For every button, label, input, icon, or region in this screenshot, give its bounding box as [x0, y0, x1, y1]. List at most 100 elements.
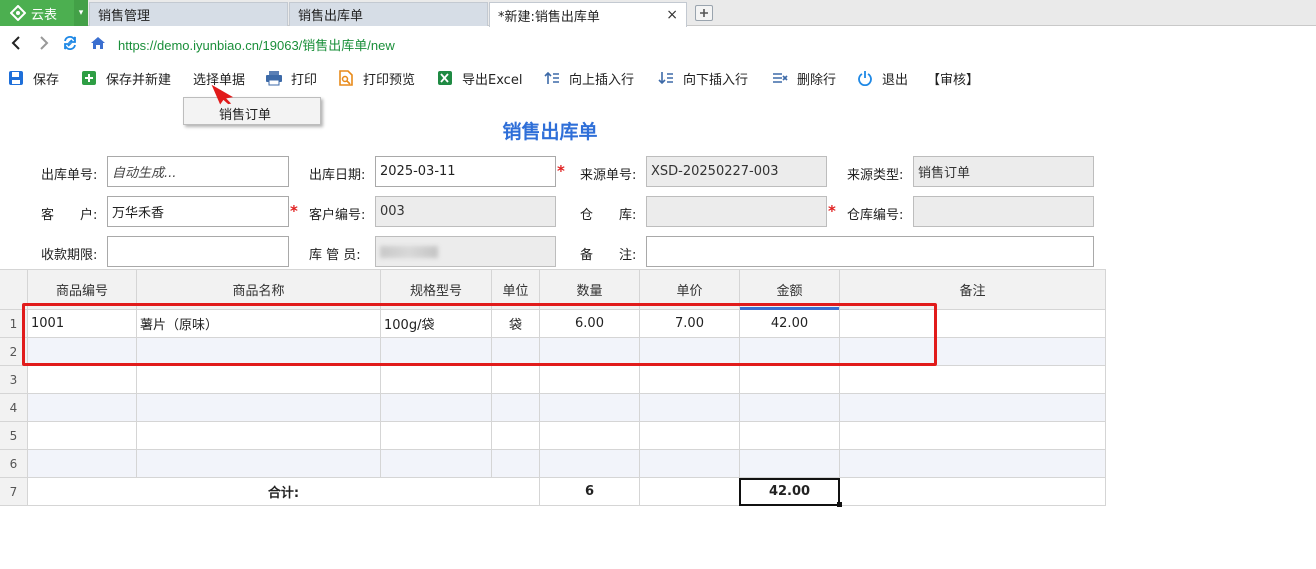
insert-below-icon [657, 69, 675, 87]
grid-cell[interactable] [492, 366, 540, 394]
grid-cell[interactable] [740, 422, 840, 450]
exit-button[interactable]: 退出 [856, 68, 908, 88]
power-icon [856, 69, 874, 87]
grid-cell[interactable] [492, 422, 540, 450]
grid-cell[interactable] [840, 366, 1106, 394]
print-button[interactable]: 打印 [265, 68, 317, 88]
doc-no-label: 出库单号: [41, 168, 98, 183]
tab-sales-outbound[interactable]: 销售出库单 [289, 2, 488, 26]
grid-cell[interactable] [28, 394, 137, 422]
save-button[interactable]: 保存 [7, 68, 59, 88]
tab-sales-management[interactable]: 销售管理 [89, 2, 288, 26]
insert-row-above-label: 向上插入行 [569, 72, 635, 88]
print-preview-label: 打印预览 [363, 72, 416, 88]
grid-cell[interactable] [740, 366, 840, 394]
app-menu-button[interactable]: 云表 ▾ [0, 0, 88, 26]
source-type-label: 来源类型: [847, 168, 904, 183]
delete-row-button[interactable]: 删除行 [771, 68, 836, 88]
required-asterisk: * [828, 202, 836, 220]
warehouse-code-label: 仓库编号: [847, 208, 904, 223]
export-excel-label: 导出Excel [462, 72, 523, 88]
grid-cell[interactable] [840, 394, 1106, 422]
print-preview-icon [337, 69, 355, 87]
grid-cell[interactable] [640, 366, 740, 394]
grid-cell[interactable] [137, 422, 381, 450]
selected-cell-border [739, 478, 840, 506]
grid-cell[interactable] [28, 366, 137, 394]
grid-cell[interactable] [840, 422, 1106, 450]
row-number: 3 [0, 366, 28, 394]
grid-cell[interactable] [740, 450, 840, 478]
date-field[interactable]: 2025-03-11 [375, 156, 556, 187]
grid-cell[interactable] [492, 450, 540, 478]
home-icon[interactable] [88, 33, 108, 53]
save-and-new-label: 保存并新建 [106, 72, 172, 88]
grid-cell[interactable] [540, 366, 640, 394]
grid-cell[interactable] [492, 394, 540, 422]
grid-cell[interactable] [540, 450, 640, 478]
highlight-box [22, 303, 937, 366]
form-title: 销售出库单 [502, 121, 598, 143]
address-bar: https://demo.iyunbiao.cn/19063/销售出库单/new [0, 27, 1316, 60]
total-price-empty [640, 478, 740, 506]
chevron-down-icon[interactable]: ▾ [74, 0, 88, 26]
source-type-field: 销售订单 [913, 156, 1094, 187]
grid-cell[interactable] [640, 394, 740, 422]
grid-cell[interactable] [137, 450, 381, 478]
grid-cell[interactable] [740, 394, 840, 422]
grid-cell[interactable] [640, 422, 740, 450]
delete-row-label: 删除行 [797, 72, 837, 88]
insert-row-above-button[interactable]: 向上插入行 [543, 68, 634, 88]
doc-no-field[interactable]: 自动生成... [107, 156, 289, 187]
export-excel-button[interactable]: 导出Excel [436, 68, 522, 88]
grid-cell[interactable] [381, 450, 492, 478]
fill-handle[interactable] [837, 502, 842, 507]
total-remark-empty [840, 478, 1106, 506]
grid-cell[interactable] [381, 422, 492, 450]
grid-cell[interactable] [381, 394, 492, 422]
redacted-value [380, 245, 438, 258]
print-preview-button[interactable]: 打印预览 [337, 68, 415, 88]
close-icon[interactable]: × [666, 7, 678, 23]
insert-row-below-button[interactable]: 向下插入行 [657, 68, 748, 88]
refresh-icon[interactable] [60, 33, 80, 53]
audit-button[interactable]: 【审核】 [927, 68, 979, 88]
tab-new-sales-outbound[interactable]: *新建:销售出库单 × [489, 2, 687, 27]
print-label: 打印 [291, 72, 318, 88]
remark-field[interactable] [646, 236, 1094, 267]
grid-cell[interactable] [640, 450, 740, 478]
payment-term-field[interactable] [107, 236, 289, 267]
customer-code-label: 客户编号: [309, 208, 366, 223]
exit-label: 退出 [882, 72, 909, 88]
floppy-icon [7, 69, 25, 87]
add-tab-button[interactable] [695, 5, 713, 21]
back-icon[interactable] [6, 33, 26, 53]
grid-cell[interactable] [28, 422, 137, 450]
warehouse-field[interactable] [646, 196, 827, 227]
grid-cell[interactable] [540, 422, 640, 450]
source-no-label: 来源单号: [580, 168, 637, 183]
url-text[interactable]: https://demo.iyunbiao.cn/19063/销售出库单/new [118, 35, 395, 54]
total-label: 合计: [28, 478, 540, 506]
row-number: 6 [0, 450, 28, 478]
insert-above-icon [543, 69, 561, 87]
audit-label: 【审核】 [927, 72, 980, 88]
customer-label: 客 户: [41, 208, 98, 223]
grid-cell[interactable] [840, 450, 1106, 478]
grid-cell[interactable] [28, 450, 137, 478]
forward-icon[interactable] [34, 33, 54, 53]
row-number: 5 [0, 422, 28, 450]
total-quantity: 6 [540, 478, 640, 506]
grid-cell[interactable] [540, 394, 640, 422]
grid-cell[interactable] [381, 366, 492, 394]
customer-field[interactable]: 万华禾香 [107, 196, 289, 227]
tab-bar: 云表 ▾ 销售管理 销售出库单 *新建:销售出库单 × [0, 0, 1316, 27]
required-asterisk: * [557, 162, 565, 180]
grid-cell[interactable] [137, 394, 381, 422]
row-number: 4 [0, 394, 28, 422]
save-and-new-button[interactable]: 保存并新建 [80, 68, 171, 88]
grid-cell[interactable] [137, 366, 381, 394]
payment-term-label: 收款期限: [41, 248, 98, 263]
date-label: 出库日期: [309, 168, 366, 183]
printer-icon [265, 69, 283, 87]
